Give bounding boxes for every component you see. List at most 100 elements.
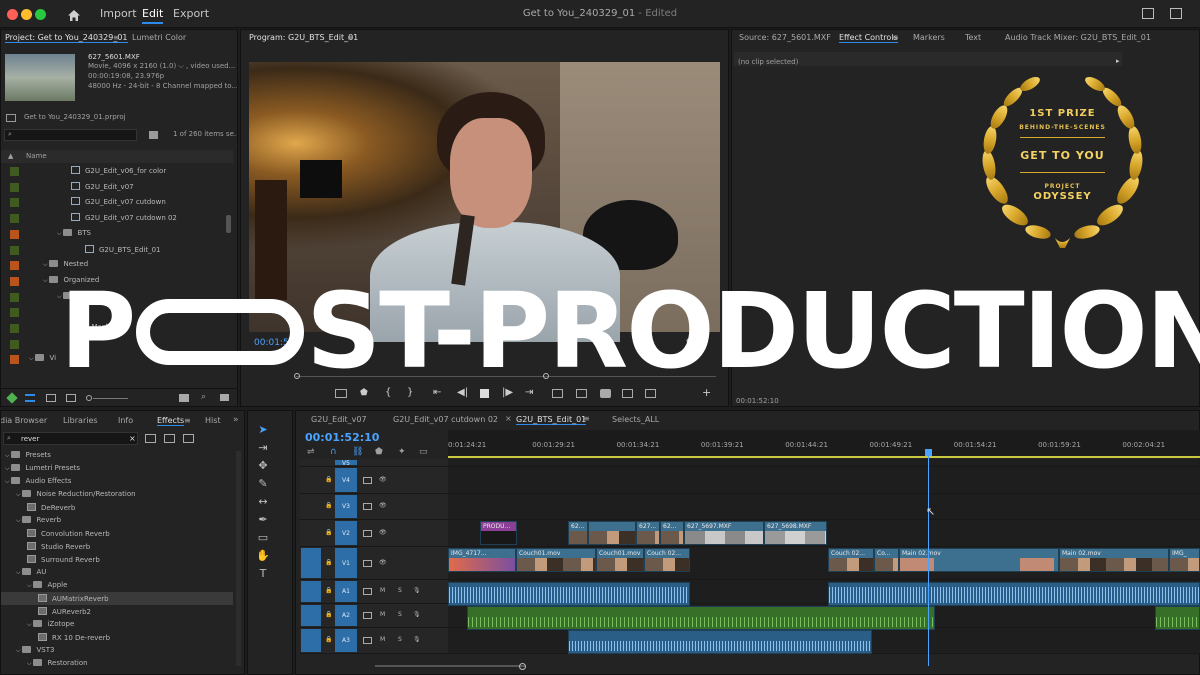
timeline-zoom-handle[interactable] <box>519 663 526 670</box>
timeline-clip[interactable]: PRODU... <box>480 521 517 545</box>
microphone-icon[interactable]: 🎙 <box>413 636 421 643</box>
source-patch-toggle[interactable] <box>301 460 321 465</box>
pen-tool-icon[interactable]: ✒ <box>256 513 270 527</box>
track-label[interactable]: A2 <box>335 605 357 626</box>
timeline-clip[interactable]: IMG_4717... <box>448 548 516 572</box>
timeline-tab-1[interactable]: G2U_Edit_v07 <box>311 415 367 424</box>
timeline-clip[interactable]: Couch01.mov <box>596 548 644 572</box>
timeline-clip[interactable]: 62... <box>660 521 684 545</box>
timeline-clip[interactable]: Main 02.mov <box>899 548 1059 572</box>
project-item[interactable]: G2U_Edit_v07 <box>1 179 233 194</box>
sync-lock-icon[interactable] <box>363 503 372 510</box>
tab-audio-track-mixer[interactable]: Audio Track Mixer: G2U_BTS_Edit_01 <box>1005 33 1151 42</box>
tab-text[interactable]: Text <box>965 33 981 42</box>
32bit-filter-icon[interactable] <box>164 434 175 443</box>
list-view-icon[interactable] <box>25 394 35 402</box>
linked-selection-icon[interactable]: ⛓ <box>352 447 363 457</box>
slip-tool-icon[interactable]: ↔ <box>256 495 270 509</box>
audio-clip[interactable] <box>448 582 690 606</box>
track-label[interactable]: V5 <box>335 460 357 467</box>
effect-folder[interactable]: ⌵ Reverb <box>1 514 233 527</box>
timeline-horizontal-scrollbar[interactable] <box>375 665 525 667</box>
source-patch-toggle[interactable] <box>301 495 321 518</box>
timeline-clip[interactable]: Couch 02... <box>828 548 874 572</box>
lock-icon[interactable]: 🔒 <box>325 529 332 536</box>
tab-effects[interactable]: Effects <box>157 416 185 426</box>
lock-icon[interactable]: 🔒 <box>325 636 332 643</box>
effect-folder[interactable]: ⌵ Restoration <box>1 657 233 670</box>
label-color-swatch[interactable] <box>10 261 19 271</box>
lock-icon[interactable]: 🔒 <box>325 611 332 618</box>
effect-controls-menu-icon[interactable]: ≡ <box>892 33 899 42</box>
timeline-clip[interactable]: Couch 02... <box>644 548 690 572</box>
track-select-tool-icon[interactable]: ⇥ <box>256 441 270 455</box>
tab-source[interactable]: Source: 627_5601.MXF <box>739 33 831 42</box>
work-area-bar[interactable] <box>448 456 1200 458</box>
freeform-view-icon[interactable] <box>66 394 76 402</box>
hand-tool-icon[interactable]: ✋ <box>256 549 270 563</box>
project-item[interactable]: G2U_Edit_v07 cutdown <box>1 194 233 209</box>
track-label[interactable]: V1 <box>335 548 357 578</box>
lock-icon[interactable]: 🔒 <box>325 559 332 566</box>
timeline-timecode[interactable]: 00:01:52:10 <box>305 431 379 444</box>
effect-item[interactable]: AUReverb2 <box>1 605 233 618</box>
yuv-filter-icon[interactable] <box>183 434 194 443</box>
lock-icon[interactable]: 🔒 <box>325 587 332 594</box>
track-label[interactable]: V4 <box>335 468 357 492</box>
audio-clip[interactable] <box>828 582 1200 606</box>
tab-markers[interactable]: Markers <box>913 33 945 42</box>
source-patch-toggle[interactable] <box>301 468 321 492</box>
microphone-icon[interactable]: 🎙 <box>413 587 421 594</box>
effects-scrollbar[interactable] <box>236 451 241 666</box>
zoom-slider-handle[interactable] <box>86 395 92 401</box>
mute-button[interactable]: M <box>380 587 385 594</box>
label-color-swatch[interactable] <box>10 324 19 333</box>
effects-search-input[interactable]: ⌕ rever × <box>3 432 138 445</box>
timeline-clip[interactable]: 62... <box>568 521 588 545</box>
tab-effect-controls[interactable]: Effect Controls <box>839 33 898 43</box>
timeline-tab-active[interactable]: G2U_BTS_Edit_01 <box>516 415 587 425</box>
solo-button[interactable]: S <box>398 587 402 594</box>
mute-button[interactable]: M <box>380 636 385 643</box>
panel-menu-icon[interactable]: ≡ <box>113 33 120 42</box>
program-title[interactable]: Program: G2U_BTS_Edit_01 <box>249 33 358 42</box>
sync-lock-icon[interactable] <box>363 559 372 567</box>
track-label[interactable]: A1 <box>335 581 357 602</box>
mute-button[interactable]: M <box>380 611 385 618</box>
zoom-slider[interactable] <box>93 398 128 399</box>
accelerated-filter-icon[interactable] <box>145 434 156 443</box>
wrench-icon[interactable]: ✦ <box>398 447 406 457</box>
solo-button[interactable]: S <box>398 611 402 618</box>
source-patch-toggle[interactable] <box>301 605 321 626</box>
track-lane[interactable] <box>448 467 1200 494</box>
eye-icon[interactable]: 👁 <box>379 529 387 536</box>
track-label[interactable]: V3 <box>335 495 357 518</box>
expand-arrow-icon[interactable]: ▸ <box>1116 57 1120 65</box>
eye-icon[interactable]: 👁 <box>379 502 387 509</box>
pen-icon[interactable] <box>6 392 18 404</box>
program-menu-icon[interactable]: ≡ <box>347 33 354 42</box>
timeline-tab-4[interactable]: Selects_ALL <box>612 415 659 424</box>
microphone-icon[interactable]: 🎙 <box>413 611 421 618</box>
effect-folder[interactable]: ⌵ VST3 <box>1 644 233 657</box>
label-color-swatch[interactable] <box>10 229 19 239</box>
timeline-clip[interactable]: 627_5697.MXF <box>684 521 764 545</box>
icon-view-icon[interactable] <box>46 394 56 402</box>
project-item[interactable]: G2U_Edit_v06_for color <box>1 163 233 178</box>
effect-folder[interactable]: ⌵ Audio Effects <box>1 475 233 488</box>
tab-project[interactable]: Project: Get to You_240329_01 <box>5 33 128 43</box>
timeline-tab-2[interactable]: G2U_Edit_v07 cutdown 02 <box>393 415 498 424</box>
source-patch-toggle[interactable] <box>301 548 321 578</box>
fullscreen-icon[interactable] <box>1170 8 1182 19</box>
snap-icon[interactable]: ∩ <box>330 447 337 457</box>
playhead-handle[interactable] <box>925 449 932 456</box>
eye-icon[interactable]: 👁 <box>379 476 387 483</box>
timeline-clip[interactable]: Couch01.mov <box>516 548 596 572</box>
more-tabs-icon[interactable]: » <box>233 415 239 425</box>
track-lane[interactable] <box>448 459 1200 467</box>
automate-icon[interactable] <box>179 394 189 402</box>
find-icon[interactable]: ⌕ <box>201 392 206 402</box>
add-marker-icon[interactable]: ⬟ <box>375 447 383 457</box>
selection-tool-icon[interactable]: ➤ <box>256 423 270 437</box>
effect-folder[interactable]: ⌵ Lumetri Presets <box>1 462 233 475</box>
